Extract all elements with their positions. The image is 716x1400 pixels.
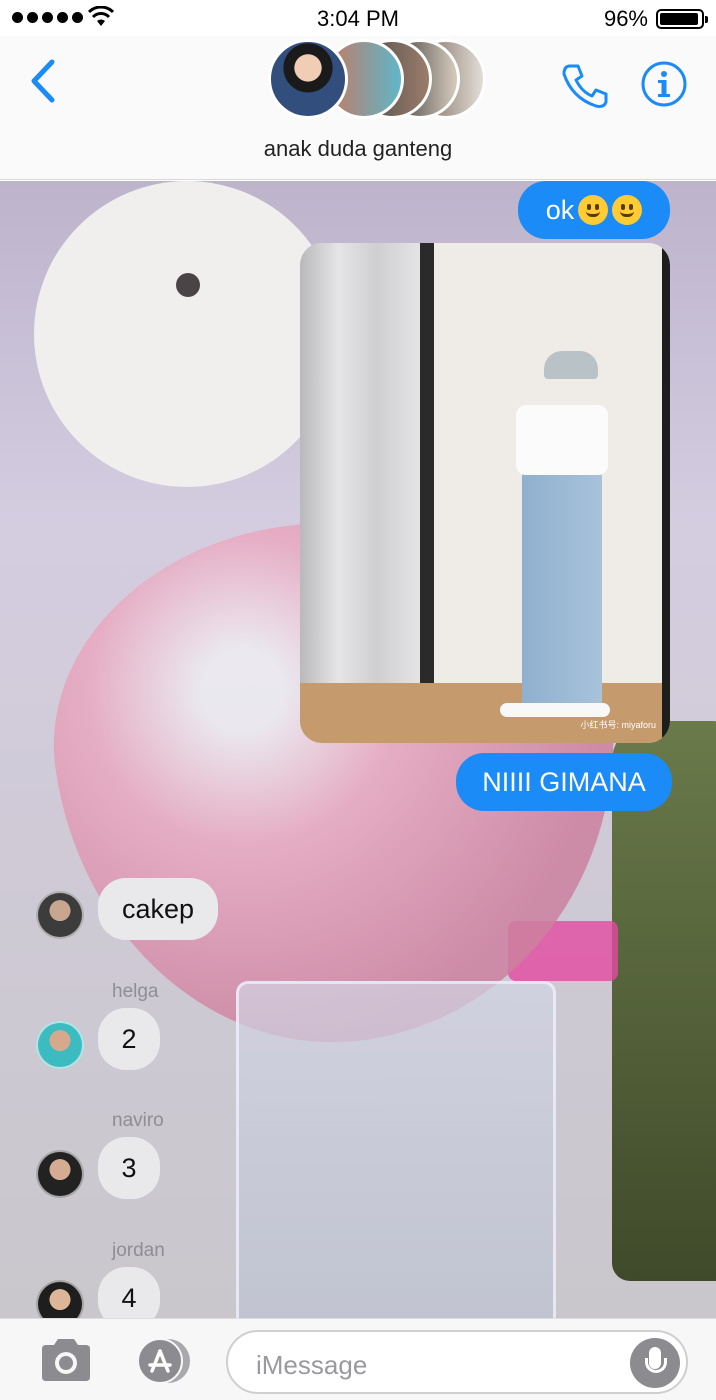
- group-avatars[interactable]: [268, 39, 486, 119]
- photo-watermark: 小红书号: miyaforu: [580, 720, 656, 730]
- status-bar: 3:04 PM 96%: [0, 0, 716, 36]
- camera-icon[interactable]: [38, 1337, 94, 1383]
- avatar[interactable]: [36, 891, 84, 939]
- incoming-message-bubble[interactable]: 3: [98, 1137, 160, 1199]
- sender-name: naviro: [112, 1110, 164, 1131]
- app-store-icon[interactable]: [130, 1337, 196, 1385]
- smiling-face-emoji: [578, 195, 609, 225]
- sender-name: jordan: [112, 1240, 165, 1261]
- group-name[interactable]: anak duda ganteng: [0, 136, 716, 162]
- outgoing-message-bubble[interactable]: ok: [518, 181, 670, 239]
- photo-attachment[interactable]: 小红书号: miyaforu: [300, 243, 670, 743]
- microphone-icon[interactable]: [630, 1338, 680, 1388]
- battery-icon: [656, 9, 708, 29]
- message-input[interactable]: iMessage: [226, 1330, 688, 1394]
- wallpaper-record: [34, 181, 340, 487]
- conversation-header: anak duda ganteng: [0, 36, 716, 180]
- outgoing-message-bubble[interactable]: NIIII GIMANA: [456, 753, 672, 811]
- wallpaper-cup: [236, 981, 556, 1318]
- chevron-left-icon[interactable]: [26, 56, 60, 106]
- message-thread[interactable]: ok 小红书号: miyaforu NIIII GIMANA cakep hel…: [0, 181, 716, 1318]
- incoming-message-bubble[interactable]: 4: [98, 1267, 160, 1318]
- sender-name: helga: [112, 981, 159, 1002]
- incoming-message-bubble[interactable]: 2: [98, 1008, 160, 1070]
- avatar: [268, 39, 348, 119]
- avatar[interactable]: [36, 1021, 84, 1069]
- info-icon[interactable]: [640, 60, 688, 108]
- compose-bar: iMessage: [0, 1318, 716, 1400]
- battery-percentage: 96%: [603, 6, 648, 31]
- phone-icon[interactable]: [560, 60, 610, 110]
- avatar[interactable]: [36, 1280, 84, 1318]
- smiling-face-emoji: [612, 195, 643, 225]
- incoming-message-bubble[interactable]: cakep: [98, 878, 218, 940]
- avatar[interactable]: [36, 1150, 84, 1198]
- message-placeholder: iMessage: [256, 1350, 368, 1380]
